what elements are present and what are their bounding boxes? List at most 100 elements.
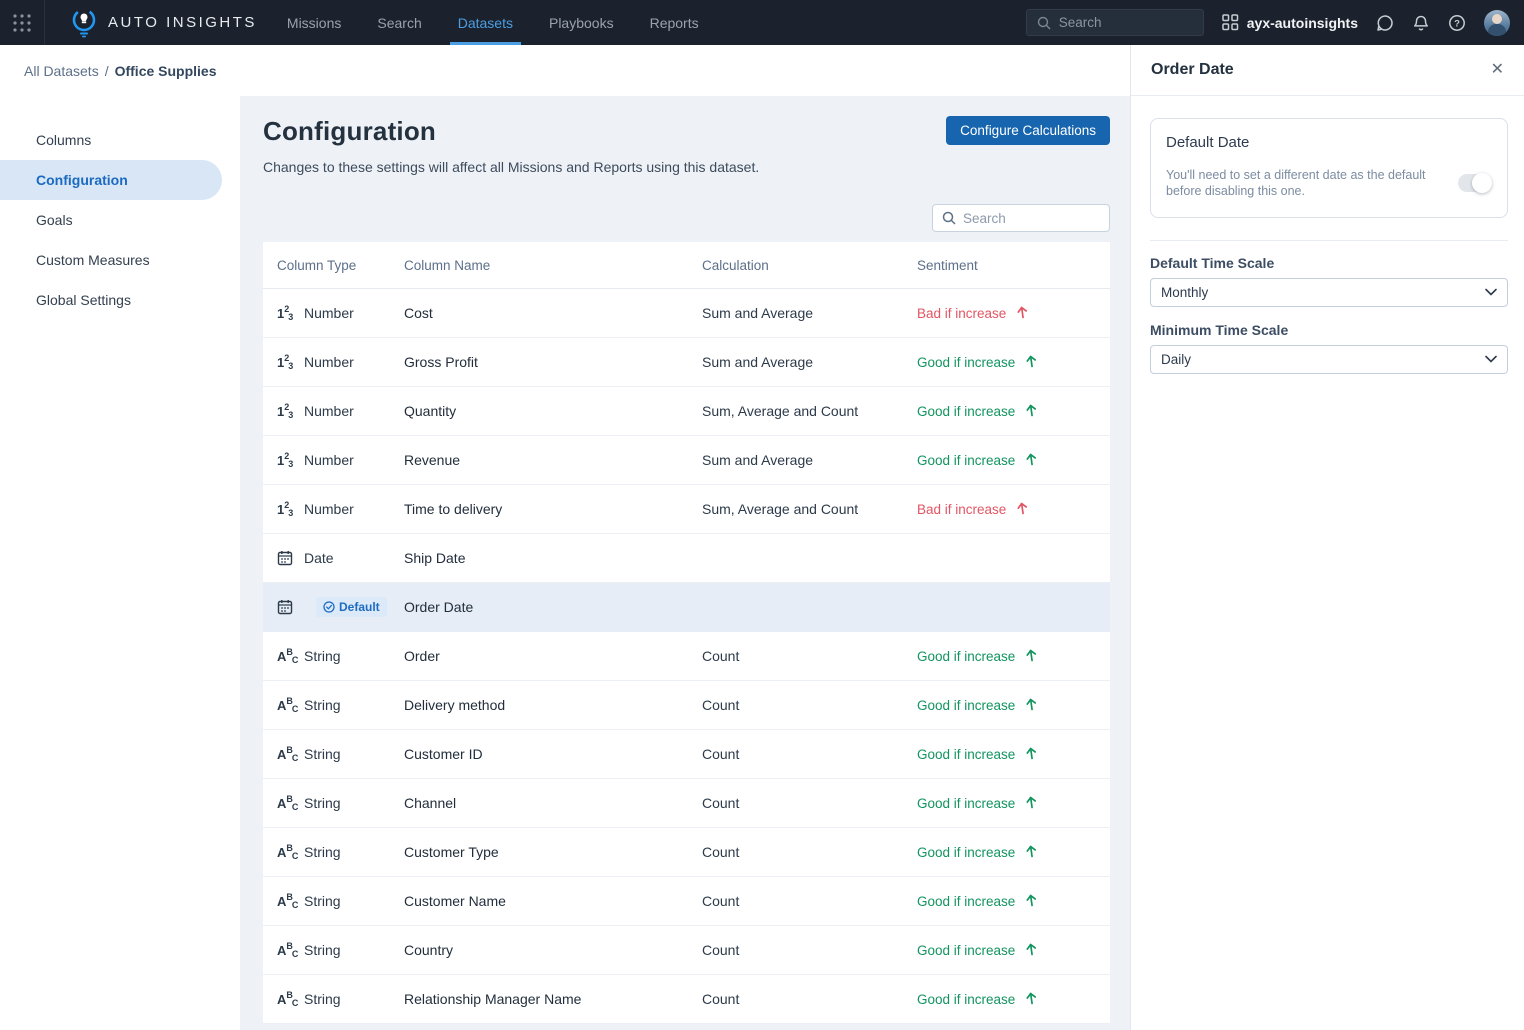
column-type-label: String	[304, 991, 341, 1007]
global-search-input[interactable]	[1059, 15, 1189, 30]
sidebar-item-columns[interactable]: Columns	[0, 120, 240, 160]
column-name-cell: Order Date	[404, 599, 702, 615]
table-row[interactable]: 123NumberQuantitySum, Average and CountG…	[263, 387, 1110, 436]
column-type-cell: ABCString	[277, 746, 404, 762]
table-row[interactable]: ABCStringOrderCountGood if increase	[263, 632, 1110, 681]
calculation-cell: Sum and Average	[702, 305, 917, 321]
table-row[interactable]: ABCStringDelivery methodCountGood if inc…	[263, 681, 1110, 730]
page-subtitle: Changes to these settings will affect al…	[263, 159, 1110, 175]
brand[interactable]: AUTO INSIGHTS	[45, 8, 287, 38]
global-search[interactable]	[1026, 9, 1204, 36]
nav-item-playbooks[interactable]: Playbooks	[549, 0, 614, 45]
nav-item-datasets[interactable]: Datasets	[458, 0, 513, 45]
table-row[interactable]: ABCStringCustomer NameCountGood if incre…	[263, 877, 1110, 926]
close-icon[interactable]: ✕	[1491, 62, 1504, 78]
notifications-bell-icon[interactable]	[1412, 14, 1430, 32]
workspace-switcher[interactable]: ayx-autoinsights	[1222, 14, 1358, 31]
number-icon: 123	[277, 356, 295, 369]
sidebar-item-goals[interactable]: Goals	[0, 200, 240, 240]
col-header-type: Column Type	[277, 258, 404, 273]
column-type-label: Number	[304, 501, 354, 517]
chevron-down-icon	[1485, 288, 1497, 296]
column-name-cell: Country	[404, 942, 702, 958]
sidebar-item-configuration[interactable]: Configuration	[0, 160, 222, 200]
column-type-cell: ABCString	[277, 893, 404, 909]
column-type-cell: ABC String	[277, 991, 404, 1007]
sentiment-cell[interactable]: Good if increase	[917, 746, 1110, 763]
column-type-cell: 123 Number	[277, 354, 404, 370]
table-row[interactable]: 123NumberGross ProfitSum and AverageGood…	[263, 338, 1110, 387]
panel-title: Order Date	[1151, 61, 1234, 79]
calendar-icon	[277, 599, 295, 615]
brand-name: AUTO INSIGHTS	[108, 14, 257, 31]
table-row[interactable]: 123NumberTime to deliverySum, Average an…	[263, 485, 1110, 534]
sentiment-cell[interactable]: Bad if increase	[917, 501, 1110, 518]
table-row[interactable]: 123NumberCostSum and AverageBad if incre…	[263, 289, 1110, 338]
column-type-label: Number	[304, 354, 354, 370]
column-name-cell: Order	[404, 648, 702, 664]
app-waffle-icon[interactable]	[0, 0, 45, 45]
minimum-time-scale-select[interactable]: Daily	[1150, 345, 1508, 374]
table-row[interactable]: ABCStringChannelCountGood if increase	[263, 779, 1110, 828]
string-icon: ABC	[277, 993, 295, 1006]
calculation-cell: Sum and Average	[702, 452, 917, 468]
table-row[interactable]: ABCStringCustomer TypeCountGood if incre…	[263, 828, 1110, 877]
breadcrumb-all-datasets[interactable]: All Datasets	[24, 63, 99, 79]
column-type-label: Number	[304, 452, 354, 468]
nav-item-search[interactable]: Search	[377, 0, 421, 45]
check-circle-icon	[323, 601, 335, 613]
column-name-cell: Delivery method	[404, 697, 702, 713]
sentiment-cell[interactable]: Good if increase	[917, 795, 1110, 812]
column-type-cell: Default	[277, 597, 404, 617]
nav-item-reports[interactable]: Reports	[650, 0, 699, 45]
sentiment-label: Bad if increase	[917, 306, 1006, 321]
sidebar-item-global-settings[interactable]: Global Settings	[0, 280, 240, 320]
column-type-cell: 123Number	[277, 452, 404, 468]
sentiment-cell[interactable]: Good if increase	[917, 697, 1110, 714]
string-icon: ABC	[277, 846, 295, 859]
sentiment-cell[interactable]: Good if increase	[917, 893, 1110, 910]
table-row[interactable]: 123NumberRevenueSum and AverageGood if i…	[263, 436, 1110, 485]
column-type-cell: ABCString	[277, 942, 404, 958]
sentiment-cell[interactable]: Good if increase	[917, 844, 1110, 861]
configure-calculations-button[interactable]: Configure Calculations	[946, 116, 1110, 145]
table-row[interactable]: ABCStringRelationship Manager NameCountG…	[263, 975, 1110, 1024]
sentiment-label: Good if increase	[917, 649, 1015, 664]
table-row[interactable]: ABCStringCustomer IDCountGood if increas…	[263, 730, 1110, 779]
sentiment-cell[interactable]: Good if increase	[917, 403, 1110, 420]
table-row[interactable]: DateShip Date	[263, 534, 1110, 583]
chat-icon[interactable]	[1376, 14, 1394, 32]
sidebar-item-custom-measures[interactable]: Custom Measures	[0, 240, 240, 280]
table-search-input[interactable]	[963, 211, 1093, 226]
default-date-toggle[interactable]	[1458, 174, 1492, 192]
search-icon	[1037, 16, 1051, 30]
table-row[interactable]: DefaultOrder Date	[263, 583, 1110, 632]
table-search[interactable]	[932, 204, 1110, 232]
sentiment-cell[interactable]: Good if increase	[917, 354, 1110, 371]
default-date-label: Default Date	[1166, 134, 1451, 151]
calculation-cell: Count	[702, 746, 917, 762]
breadcrumb: All Datasets / Office Supplies	[0, 45, 1130, 96]
table-row[interactable]: ABCStringCountryCountGood if increase	[263, 926, 1110, 975]
svg-text:?: ?	[1454, 18, 1460, 29]
column-type-cell: ABCString	[277, 795, 404, 811]
minimum-time-scale-value: Daily	[1161, 352, 1191, 367]
panel-divider	[1150, 240, 1508, 241]
sentiment-cell[interactable]: Bad if increase	[917, 305, 1110, 322]
table-body: 123NumberCostSum and AverageBad if incre…	[263, 289, 1110, 1024]
chevron-down-icon	[1485, 355, 1497, 363]
calculation-cell: Count	[702, 795, 917, 811]
sentiment-cell[interactable]: Good if increase	[917, 452, 1110, 469]
nav-item-missions[interactable]: Missions	[287, 0, 341, 45]
sentiment-cell[interactable]: Good if increase	[917, 942, 1110, 959]
user-avatar[interactable]	[1484, 10, 1510, 36]
help-icon[interactable]: ?	[1448, 14, 1466, 32]
default-date-description: You'll need to set a different date as t…	[1166, 167, 1451, 200]
sentiment-cell[interactable]: Good if increase	[917, 991, 1110, 1008]
default-time-scale-label: Default Time Scale	[1150, 255, 1508, 271]
column-name-cell: Relationship Manager Name	[404, 991, 702, 1007]
sentiment-cell[interactable]: Good if increase	[917, 648, 1110, 665]
column-name-cell: Time to delivery	[404, 501, 702, 517]
default-time-scale-select[interactable]: Monthly	[1150, 278, 1508, 307]
trend-up-arrow-icon	[1024, 696, 1039, 715]
